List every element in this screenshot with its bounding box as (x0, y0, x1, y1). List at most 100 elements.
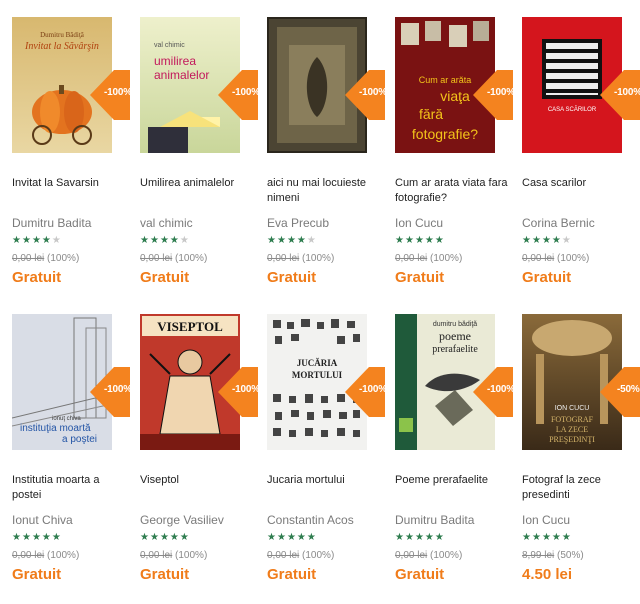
book-title[interactable]: Casa scarilor (522, 176, 640, 191)
book-card[interactable]: Dumitru Bădiţă Invitat la Săvârşin -100%… (12, 17, 132, 307)
book-title[interactable]: Cum ar arata viata fara fotografie? (395, 176, 513, 206)
book-author[interactable]: Ion Cucu (522, 513, 570, 527)
book-card[interactable]: VISEPTOL -100% Viseptol George Vasiliev … (140, 314, 260, 604)
discount-badge: -100% (600, 70, 640, 120)
book-author[interactable]: Constantin Acos (267, 513, 354, 527)
current-price: Gratuit (395, 566, 445, 583)
rating-stars: ★ ★ ★ ★ ★ (267, 533, 316, 543)
star-filled-icon: ★ (522, 532, 531, 543)
star-filled-icon: ★ (531, 235, 541, 246)
book-cover[interactable]: val chimic umilirea animalelor -100% (140, 17, 260, 159)
book-card[interactable]: JUCĂRIA MORTULUI -100% Jucaria mortului … (267, 314, 387, 604)
book-author[interactable]: Dumitru Badita (12, 216, 91, 230)
star-filled-icon: ★ (286, 532, 296, 543)
book-card[interactable]: CASA SCĂRILOR -100% Casa scarilor Corina… (522, 17, 640, 307)
star-filled-icon: ★ (267, 532, 276, 543)
book-cover[interactable]: VISEPTOL -100% (140, 314, 260, 456)
book-cover[interactable]: JUCĂRIA MORTULUI -100% (267, 314, 387, 456)
book-cover[interactable]: dumitru bădiţă poeme prerafaelite -100% (395, 314, 515, 456)
old-price: 0,00 lei (140, 253, 173, 264)
current-price: Gratuit (12, 566, 62, 583)
price-line: 0,00 lei (100%) (395, 550, 462, 561)
star-filled-icon: ★ (522, 235, 531, 246)
star-filled-icon: ★ (21, 532, 31, 543)
book-author[interactable]: val chimic (140, 216, 193, 230)
star-filled-icon: ★ (41, 532, 51, 543)
star-filled-icon: ★ (41, 235, 51, 246)
book-title[interactable]: Poeme prerafaelite (395, 473, 513, 488)
rating-stars: ★ ★ ★ ★ ★ (12, 236, 61, 246)
star-filled-icon: ★ (140, 235, 149, 246)
star-filled-icon: ★ (12, 532, 21, 543)
svg-text:VISEPTOL: VISEPTOL (157, 319, 223, 334)
book-author[interactable]: Ion Cucu (395, 216, 443, 230)
price-line: 0,00 lei (100%) (140, 253, 207, 264)
star-filled-icon: ★ (434, 235, 444, 246)
book-author[interactable]: Eva Precub (267, 216, 329, 230)
book-title[interactable]: Umilirea animalelor (140, 176, 258, 191)
current-price: 4.50 lei (522, 566, 573, 583)
price-line: 0,00 lei (100%) (267, 550, 334, 561)
book-card[interactable]: Cum ar arăta viaţa fără fotografie? -100… (395, 17, 515, 307)
discount-percent: (100%) (47, 550, 80, 561)
svg-text:CASA SCĂRILOR: CASA SCĂRILOR (548, 106, 597, 113)
svg-text:MORTULUI: MORTULUI (292, 370, 343, 380)
star-empty-icon: ★ (306, 235, 316, 246)
star-empty-icon: ★ (561, 235, 571, 246)
rating-stars: ★ ★ ★ ★ ★ (522, 236, 571, 246)
star-empty-icon: ★ (51, 235, 61, 246)
book-cover[interactable]: Cum ar arăta viaţa fără fotografie? -100… (395, 17, 515, 159)
svg-text:animalelor: animalelor (154, 68, 209, 82)
book-cover[interactable]: ION CUCU FOTOGRAF LA ZECE PREŞEDINŢI -50… (522, 314, 640, 456)
book-cover[interactable]: -100% (267, 17, 387, 159)
rating-stars: ★ ★ ★ ★ ★ (395, 533, 444, 543)
book-title[interactable]: Fotograf la zece presedinti (522, 473, 640, 503)
star-filled-icon: ★ (551, 532, 561, 543)
current-price: Gratuit (395, 269, 445, 286)
book-card[interactable]: ionuţ chiva instituţia moartă a poştei -… (12, 314, 132, 604)
book-title[interactable]: Viseptol (140, 473, 258, 488)
star-filled-icon: ★ (551, 235, 561, 246)
star-filled-icon: ★ (169, 532, 179, 543)
price-line: 0,00 lei (100%) (395, 253, 462, 264)
svg-text:LA ZECE: LA ZECE (556, 425, 588, 434)
book-card[interactable]: -100% aici nu mai locuieste nimeni Eva P… (267, 17, 387, 307)
book-card[interactable]: val chimic umilirea animalelor -100% Umi… (140, 17, 260, 307)
svg-text:umilirea: umilirea (154, 54, 196, 68)
star-filled-icon: ★ (286, 235, 296, 246)
book-card[interactable]: ION CUCU FOTOGRAF LA ZECE PREŞEDINŢI -50… (522, 314, 640, 604)
rating-stars: ★ ★ ★ ★ ★ (395, 236, 444, 246)
star-filled-icon: ★ (149, 235, 159, 246)
book-title[interactable]: Invitat la Savarsin (12, 176, 130, 191)
book-title[interactable]: aici nu mai locuieste nimeni (267, 176, 385, 206)
star-filled-icon: ★ (296, 235, 306, 246)
star-filled-icon: ★ (414, 532, 424, 543)
price-line: 0,00 lei (100%) (12, 253, 79, 264)
star-filled-icon: ★ (541, 532, 551, 543)
book-author[interactable]: George Vasiliev (140, 513, 224, 527)
rating-stars: ★ ★ ★ ★ ★ (12, 533, 61, 543)
svg-text:Cum ar arăta: Cum ar arăta (419, 75, 472, 85)
current-price: Gratuit (267, 566, 317, 583)
star-filled-icon: ★ (395, 235, 404, 246)
discount-percent: (100%) (430, 550, 463, 561)
book-cover[interactable]: Dumitru Bădiţă Invitat la Săvârşin -100% (12, 17, 132, 159)
book-card[interactable]: dumitru bădiţă poeme prerafaelite -100% … (395, 314, 515, 604)
book-cover[interactable]: CASA SCĂRILOR -100% (522, 17, 640, 159)
svg-text:val chimic: val chimic (154, 42, 185, 49)
star-filled-icon: ★ (159, 532, 169, 543)
star-filled-icon: ★ (31, 532, 41, 543)
star-filled-icon: ★ (169, 235, 179, 246)
discount-percent: (50%) (557, 550, 584, 561)
book-author[interactable]: Ionut Chiva (12, 513, 73, 527)
star-filled-icon: ★ (404, 532, 414, 543)
old-price: 8,99 lei (522, 550, 555, 561)
book-title[interactable]: Jucaria mortului (267, 473, 385, 488)
rating-stars: ★ ★ ★ ★ ★ (140, 533, 189, 543)
book-author[interactable]: Corina Bernic (522, 216, 595, 230)
book-cover[interactable]: ionuţ chiva instituţia moartă a poştei -… (12, 314, 132, 456)
book-title[interactable]: Institutia moarta a postei (12, 473, 130, 503)
svg-text:PREŞEDINŢI: PREŞEDINŢI (549, 435, 595, 444)
book-author[interactable]: Dumitru Badita (395, 513, 474, 527)
discount-badge: -100% (218, 367, 260, 417)
